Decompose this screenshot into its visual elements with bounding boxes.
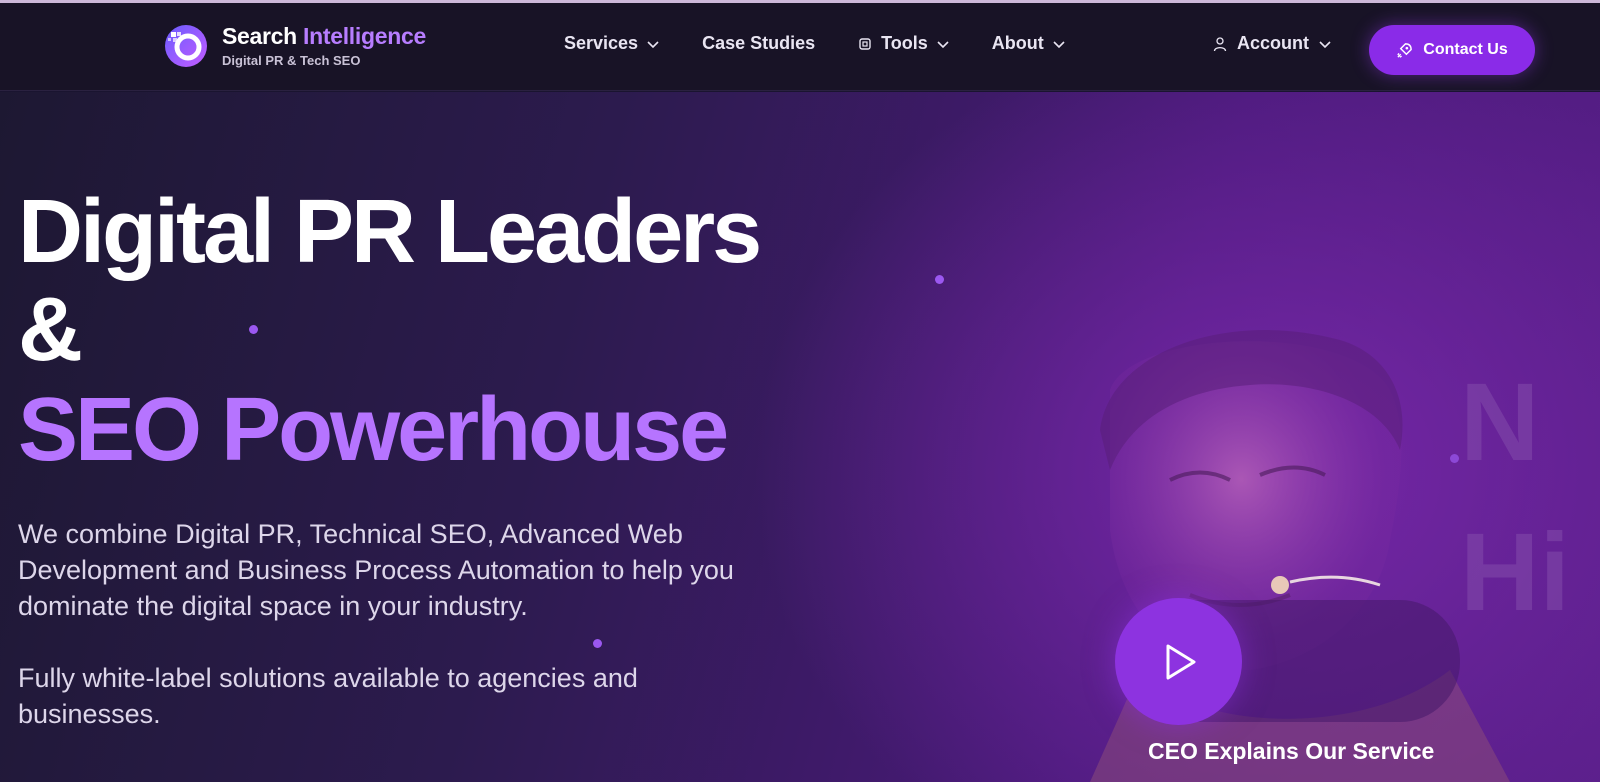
contact-us-label: Contact Us — [1423, 41, 1508, 58]
brand-logo-link[interactable]: Search Intelligence Digital PR & Tech SE… — [164, 23, 426, 68]
brand-name-second: Intelligence — [303, 23, 426, 49]
nav-tools[interactable]: Tools — [857, 33, 950, 54]
video-caption: CEO Explains Our Service — [1148, 738, 1435, 764]
decorative-dot — [935, 275, 944, 284]
nav-tools-label: Tools — [881, 33, 928, 53]
user-icon — [1213, 36, 1227, 51]
chevron-down-icon — [937, 40, 949, 48]
play-video-button[interactable] — [1115, 598, 1242, 725]
nav-case-studies[interactable]: Case Studies — [702, 33, 815, 54]
brand-tagline: Digital PR & Tech SEO — [222, 53, 361, 68]
ring-logo-icon — [165, 24, 207, 67]
account-menu[interactable]: Account — [1212, 33, 1332, 54]
hero-description: We combine Digital PR, Technical SEO, Ad… — [18, 519, 734, 621]
chip-icon — [859, 37, 871, 50]
hero-section: Digital PR Leaders & SEO Powerhouse We c… — [0, 92, 1600, 782]
chevron-down-icon — [1319, 40, 1331, 48]
contact-us-button[interactable]: Contact Us — [1369, 25, 1535, 75]
nav-case-studies-label: Case Studies — [702, 33, 816, 53]
nav-about-label: About — [991, 33, 1044, 53]
rocket-icon — [1397, 42, 1413, 58]
hero-headline-line3: SEO Powerhouse — [18, 380, 729, 480]
nav-services-label: Services — [564, 33, 639, 53]
hero-white-label-note: Fully white-label solutions available to… — [18, 663, 638, 729]
brand-name-first: Search — [222, 23, 297, 49]
hero-headline-line2: & — [18, 280, 83, 380]
decorative-dot — [249, 325, 258, 334]
svg-text:N: N — [1460, 361, 1539, 484]
brand-name: Search Intelligence — [222, 23, 426, 49]
navbar: Search Intelligence Digital PR & Tech SE… — [0, 3, 1600, 91]
play-icon — [1166, 644, 1195, 679]
nav-about[interactable]: About — [992, 33, 1066, 54]
chevron-down-icon — [1053, 40, 1065, 48]
svg-text:Hi: Hi — [1460, 511, 1570, 634]
nav-services[interactable]: Services — [564, 33, 660, 54]
decorative-dot — [593, 639, 602, 648]
hero-headline-line1: Digital PR Leaders — [18, 182, 762, 282]
account-label: Account — [1237, 33, 1309, 53]
main-menu: Services Case Studies Tools About — [564, 33, 1108, 54]
chevron-down-icon — [647, 40, 659, 48]
